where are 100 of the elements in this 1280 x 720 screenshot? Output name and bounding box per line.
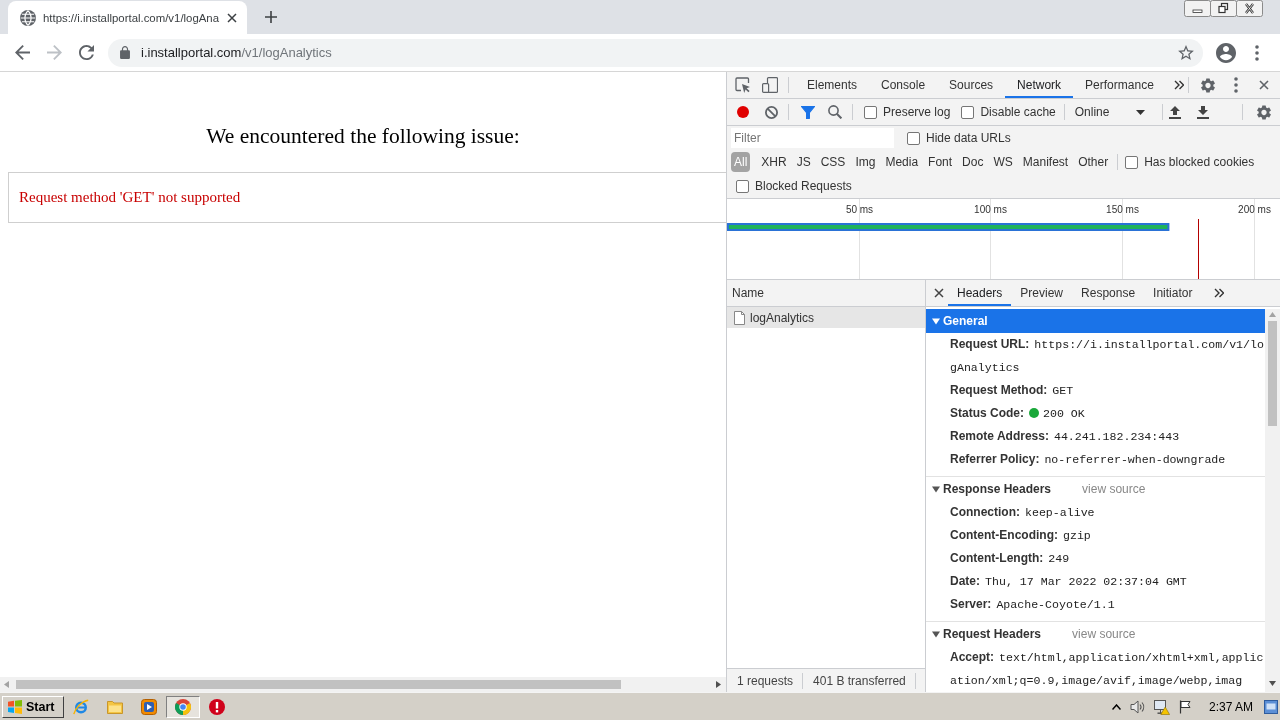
type-filter[interactable]: Font — [923, 152, 958, 172]
settings-icon[interactable] — [1257, 104, 1271, 120]
checkbox-label: Hide data URLs — [926, 131, 1011, 145]
double-chevron-icon[interactable] — [1173, 80, 1184, 90]
section-header[interactable]: Request Headers view source — [926, 622, 1265, 646]
header-name: Server: — [950, 597, 992, 611]
right-triangle-icon[interactable] — [716, 681, 721, 688]
type-filter[interactable]: Manifest — [1017, 152, 1074, 172]
type-filter[interactable]: CSS — [815, 152, 851, 172]
menu-icon[interactable] — [1234, 77, 1238, 93]
close-icon[interactable] — [1259, 80, 1269, 90]
menu-icon[interactable] — [1255, 44, 1259, 61]
marker-line — [1198, 218, 1199, 279]
panel-tab[interactable]: Sources — [937, 72, 1006, 98]
panel-tab[interactable]: Performance — [1073, 72, 1166, 98]
column-header[interactable]: Name — [727, 280, 925, 307]
type-filter[interactable]: XHR — [756, 152, 792, 172]
ring-logo-icon[interactable] — [166, 695, 200, 718]
page-heading: We encountered the following issue: — [205, 124, 521, 148]
detail-tab[interactable]: Initiator — [1144, 280, 1202, 306]
search-icon[interactable] — [828, 105, 842, 119]
checkbox-label: Disable cache — [980, 105, 1056, 119]
caret-down-icon — [1135, 109, 1145, 115]
caret-up-icon[interactable] — [1111, 703, 1121, 710]
address-bar[interactable]: i.installportal.com/v1/logAnalytics — [108, 38, 1203, 67]
header-name: Content-Length: — [950, 551, 1044, 565]
plus-icon[interactable] — [265, 11, 277, 23]
header-name: Request Method: — [950, 383, 1048, 397]
circular-arrow-icon[interactable] — [79, 45, 94, 60]
double-chevron-icon[interactable] — [1214, 288, 1225, 298]
type-filter[interactable]: Other — [1073, 152, 1114, 172]
header-value: keep-alive — [1025, 506, 1095, 519]
upload-icon[interactable] — [1168, 105, 1181, 119]
type-filter[interactable]: WS — [988, 152, 1018, 172]
view-source-link[interactable]: view source — [1072, 627, 1136, 641]
flag-icon[interactable] — [1178, 699, 1191, 714]
speaker-icon[interactable] — [1129, 699, 1146, 714]
avatar-icon[interactable] — [1216, 42, 1236, 63]
header-value: GET — [1052, 384, 1074, 397]
cursor-in-box-icon[interactable] — [735, 77, 751, 93]
view-source-link[interactable]: view source — [1082, 482, 1146, 496]
tick-label: 200 ms — [1238, 204, 1271, 215]
devices-icon[interactable] — [762, 77, 778, 93]
left-arrow-icon[interactable] — [15, 45, 30, 60]
close-icon[interactable] — [227, 12, 237, 23]
download-icon[interactable] — [1196, 105, 1209, 119]
section-header[interactable]: General — [926, 309, 1265, 333]
down-triangle-icon[interactable] — [1269, 681, 1276, 686]
header-name: Status Code: — [950, 406, 1024, 420]
window-tile-icon[interactable] — [1264, 699, 1278, 714]
detail-tab[interactable]: Response — [1072, 280, 1145, 306]
lock-icon — [120, 46, 130, 59]
checkbox[interactable] — [1125, 155, 1139, 169]
header-name: Connection: — [950, 505, 1020, 519]
type-filter[interactable]: Img — [850, 152, 881, 172]
monitor-warning-icon[interactable] — [1153, 698, 1170, 715]
header-name: Remote Address: — [950, 429, 1049, 443]
tick-label: 150 ms — [1106, 204, 1139, 215]
start-button[interactable]: Start — [2, 695, 64, 718]
funnel-icon[interactable] — [801, 105, 815, 119]
header-field: Accept: text/html,application/xhtml+xml,application/xml;q=0.9,image/avif,image/webp,imag — [926, 646, 1265, 692]
panel-tab[interactable]: Elements — [795, 72, 870, 98]
browser-tab[interactable]: https://i.installportal.com/v1/logAna — [8, 1, 247, 34]
checkbox[interactable] — [736, 179, 749, 193]
type-filter[interactable]: Doc — [957, 152, 989, 172]
play-tile-icon[interactable] — [141, 698, 157, 715]
scrollbar-thumb[interactable] — [16, 680, 621, 689]
filter-field[interactable]: Filter — [731, 128, 894, 148]
scrollbar-thumb[interactable] — [1268, 321, 1277, 426]
settings-icon[interactable] — [1201, 77, 1215, 93]
header-value: 200 OK — [1043, 407, 1085, 420]
type-filter[interactable]: Media — [880, 152, 924, 172]
status-text: 401 B transferred — [812, 673, 907, 688]
minimize-icon[interactable] — [1184, 0, 1211, 17]
status-text: 1 requests — [736, 673, 795, 688]
request-row[interactable]: logAnalytics — [727, 307, 925, 328]
checkbox[interactable] — [907, 131, 920, 145]
header-name: Referrer Policy: — [950, 452, 1040, 466]
checkbox[interactable] — [864, 105, 877, 119]
type-filter[interactable]: JS — [791, 152, 816, 172]
restore-icon[interactable] — [1210, 0, 1237, 17]
star-icon[interactable] — [1178, 45, 1194, 60]
filled-circle-icon[interactable] — [737, 106, 749, 118]
detail-tab[interactable]: Preview — [1011, 280, 1073, 306]
close-icon[interactable] — [934, 288, 944, 298]
header-value: 249 — [1048, 552, 1070, 565]
header-value: Thu, 17 Mar 2022 02:37:04 GMT — [985, 575, 1187, 588]
close-icon[interactable] — [1236, 0, 1263, 17]
panel-tab[interactable]: Console — [869, 72, 938, 98]
header-value: no-referrer-when-downgrade — [1044, 453, 1226, 466]
clock: 2:37 AM — [1208, 699, 1253, 714]
header-value: 44.241.182.234:443 — [1053, 430, 1180, 443]
tick-label: 100 ms — [974, 204, 1007, 215]
throttling-dropdown[interactable]: Online — [1068, 102, 1152, 122]
exclamation-circle-icon[interactable] — [209, 698, 225, 715]
checkbox[interactable] — [961, 105, 975, 119]
section-header[interactable]: Response Headers view source — [926, 477, 1265, 501]
panel-tab[interactable]: Network — [1005, 72, 1074, 98]
circle-slash-icon[interactable] — [765, 105, 778, 119]
header-field: Request URL: https://i.installportal.com/v1/logAnalytics — [926, 333, 1265, 379]
